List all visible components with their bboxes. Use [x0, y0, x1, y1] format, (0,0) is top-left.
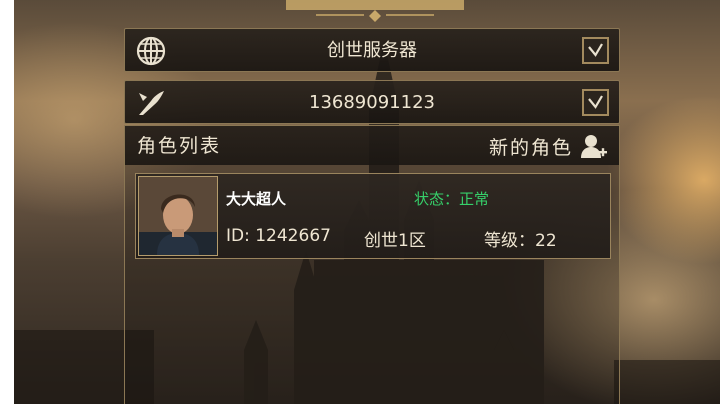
globe-icon — [136, 36, 166, 66]
character-server: 创世1区 — [364, 231, 426, 251]
quill-icon — [139, 91, 164, 115]
character-level: 等级：22 — [484, 231, 557, 251]
chevron-down-icon — [588, 43, 603, 57]
account-number: 13689091123 — [309, 92, 435, 113]
new-role-button[interactable]: 新的角色 — [489, 126, 607, 166]
character-card[interactable]: 大大超人 状态：正常 ID: 1242667 创世1区 等级：22 — [135, 173, 611, 259]
server-dropdown-button[interactable] — [582, 37, 609, 64]
server-name: 创世服务器 — [327, 40, 417, 61]
account-dropdown-button[interactable] — [582, 89, 609, 116]
title-ornament — [286, 0, 464, 22]
role-list-title: 角色列表 — [137, 135, 222, 157]
character-name: 大大超人 — [226, 190, 287, 208]
character-status: 状态：正常 — [414, 190, 490, 208]
server-selector[interactable]: 创世服务器 — [124, 28, 620, 72]
role-list-header: 角色列表 新的角色 — [124, 125, 620, 165]
chevron-down-icon — [588, 95, 603, 109]
character-id: ID: 1242667 — [226, 226, 331, 246]
add-user-icon — [581, 135, 607, 158]
portrait-image — [139, 177, 217, 255]
character-avatar — [138, 176, 218, 256]
role-list-panel: 大大超人 状态：正常 ID: 1242667 创世1区 等级：22 — [124, 165, 620, 404]
new-role-label: 新的角色 — [488, 136, 573, 159]
account-selector[interactable]: 13689091123 — [124, 80, 620, 124]
